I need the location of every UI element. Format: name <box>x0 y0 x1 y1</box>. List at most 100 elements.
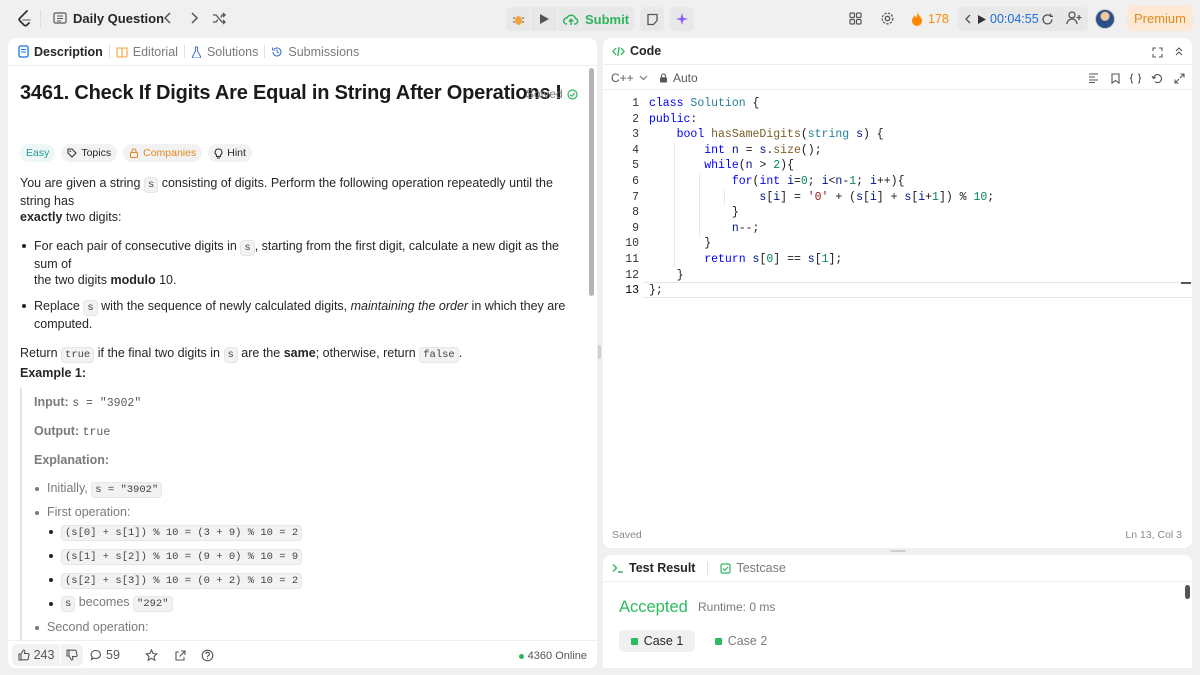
tab-test-result-label: Test Result <box>629 561 696 575</box>
auto-mode[interactable]: Auto <box>659 71 698 85</box>
star-icon[interactable] <box>145 649 158 662</box>
inline-code: (s[1] + s[2]) % 10 = (9 + 0) % 10 = 9 <box>61 549 303 565</box>
tab-testcase[interactable]: Testcase <box>720 561 786 575</box>
streak-count[interactable]: 178 <box>928 12 949 26</box>
text: with the sequence of newly calculated di… <box>101 299 348 313</box>
timer-play-icon[interactable] <box>976 13 988 25</box>
document-icon <box>18 45 29 58</box>
result-scrollbar[interactable] <box>1185 585 1190 599</box>
difficulty-badge: Easy <box>20 144 56 162</box>
hint-tag[interactable]: Hint <box>208 144 252 162</box>
top-bar: Daily Question Submit 178 00:04:55 Premi… <box>0 0 1200 37</box>
text: Return <box>20 346 58 360</box>
output-line: Output: true <box>34 424 580 439</box>
maximize-icon[interactable] <box>1151 46 1163 58</box>
input-line: Input: s = "3902" <box>34 395 580 410</box>
streak-flame-icon[interactable] <box>910 10 924 26</box>
play-icon <box>539 14 549 24</box>
problem-description: You are given a string s consisting of d… <box>20 175 580 363</box>
list-item: Replace s with the sequence of newly cal… <box>21 298 580 332</box>
explanation-title: Explanation: <box>34 453 110 467</box>
timer-reset-icon[interactable] <box>1040 12 1054 26</box>
code-icon <box>612 46 625 56</box>
help-icon[interactable] <box>201 649 214 662</box>
tab-description-label: Description <box>34 44 103 59</box>
bookmark-icon[interactable] <box>1109 72 1121 84</box>
tab-testcase-label: Testcase <box>736 561 786 575</box>
chevron-right-icon[interactable] <box>186 10 202 26</box>
braces-icon[interactable] <box>1129 72 1142 84</box>
notes-button[interactable] <box>640 7 664 31</box>
bold-text: same <box>283 346 316 360</box>
fullscreen-icon[interactable] <box>1173 72 1185 84</box>
text: . <box>458 346 463 360</box>
reset-icon[interactable] <box>1151 72 1163 84</box>
avatar[interactable] <box>1095 9 1115 29</box>
dislike-button[interactable] <box>61 644 83 666</box>
tab-test-result[interactable]: Test Result <box>612 561 695 575</box>
run-button[interactable] <box>531 7 557 31</box>
text: two digits: <box>65 210 122 224</box>
check-circle-icon <box>567 88 578 100</box>
like-button[interactable]: 243 <box>12 644 60 666</box>
saved-status: Saved <box>612 529 642 541</box>
tab-submissions[interactable]: Submissions <box>271 45 359 59</box>
code-line: 7 s[i] = '0' + (s[i] + s[i+1]) % 10; <box>632 190 995 204</box>
text: Second operation: <box>47 620 149 634</box>
input-label: Input: <box>34 395 69 409</box>
code-panel: Code C++ Auto 1 class Solution {2 publi… <box>603 38 1192 548</box>
result-tab-bar: Test Result Testcase <box>603 555 1192 582</box>
format-icon[interactable] <box>1087 72 1099 84</box>
code-editor[interactable]: 1 class Solution { 2 public: 3 bool hasSam… <box>603 96 1192 516</box>
problem-list-title[interactable]: Daily Question <box>73 11 164 26</box>
tab-description[interactable]: Description <box>18 45 103 59</box>
panel-resize-handle[interactable] <box>598 345 601 359</box>
code-line: 11 return s[0] == s[1]; <box>625 253 843 266</box>
topics-tag[interactable]: Topics <box>61 144 118 162</box>
bold-text: modulo <box>110 273 156 287</box>
language-select[interactable]: C++ <box>611 71 648 85</box>
list-item: s becomes "292" <box>48 595 580 612</box>
code-line: 3 bool hasSameDigits(string s) { <box>632 128 884 142</box>
code-line: 4 int n = s.size(); <box>632 143 822 157</box>
code-title: Code <box>630 44 662 58</box>
hint-label: Hint <box>227 147 246 159</box>
tab-solutions[interactable]: Solutions <box>191 45 258 59</box>
list-item: (s[2] + s[3]) % 10 = (0 + 2) % 10 = 2 <box>48 571 580 589</box>
chevron-left-icon[interactable] <box>160 10 176 26</box>
code-line: 1 class Solution { <box>632 97 760 110</box>
tab-divider <box>108 45 110 58</box>
case-1-button[interactable]: Case 1 <box>619 630 695 652</box>
panel-resize-handle-horizontal[interactable] <box>890 550 906 552</box>
tag-icon <box>67 148 78 158</box>
chevron-down-icon <box>639 75 648 81</box>
list-item: For each pair of consecutive digits in s… <box>21 238 580 288</box>
problem-list-icon[interactable] <box>53 11 67 25</box>
shuffle-icon[interactable] <box>211 10 227 26</box>
scrollbar[interactable] <box>589 68 594 296</box>
add-friend-icon[interactable] <box>1066 10 1082 26</box>
layout-icon[interactable] <box>848 11 862 25</box>
leetcode-logo-icon[interactable] <box>16 10 34 28</box>
tab-editorial[interactable]: Editorial <box>116 45 178 59</box>
list-item: Second operation: <box>34 620 580 634</box>
collapse-chevron-icon[interactable] <box>1173 46 1185 58</box>
cursor-position: Ln 13, Col 3 <box>1125 529 1182 541</box>
code-line: 10 } <box>625 237 712 251</box>
ai-assist-button[interactable] <box>670 7 694 31</box>
companies-tag[interactable]: Companies <box>123 144 203 162</box>
result-panel: Test Result Testcase Accepted Runtime: 0… <box>603 555 1192 668</box>
output-label: Output: <box>34 424 80 438</box>
description-panel: Description Editorial Solutions Submissi… <box>8 38 597 668</box>
share-icon[interactable] <box>173 649 186 662</box>
debug-button[interactable] <box>506 7 530 31</box>
timer-collapse-icon[interactable] <box>962 12 974 26</box>
comments-button[interactable]: 59 <box>90 644 120 666</box>
case-2-button[interactable]: Case 2 <box>703 630 779 652</box>
tab-divider <box>264 45 266 58</box>
premium-button[interactable]: Premium <box>1127 6 1193 31</box>
settings-gear-icon[interactable] <box>879 10 895 26</box>
example-heading: Example 1: <box>20 366 87 380</box>
submit-button[interactable]: Submit <box>558 7 634 31</box>
inline-code: s <box>240 240 255 256</box>
